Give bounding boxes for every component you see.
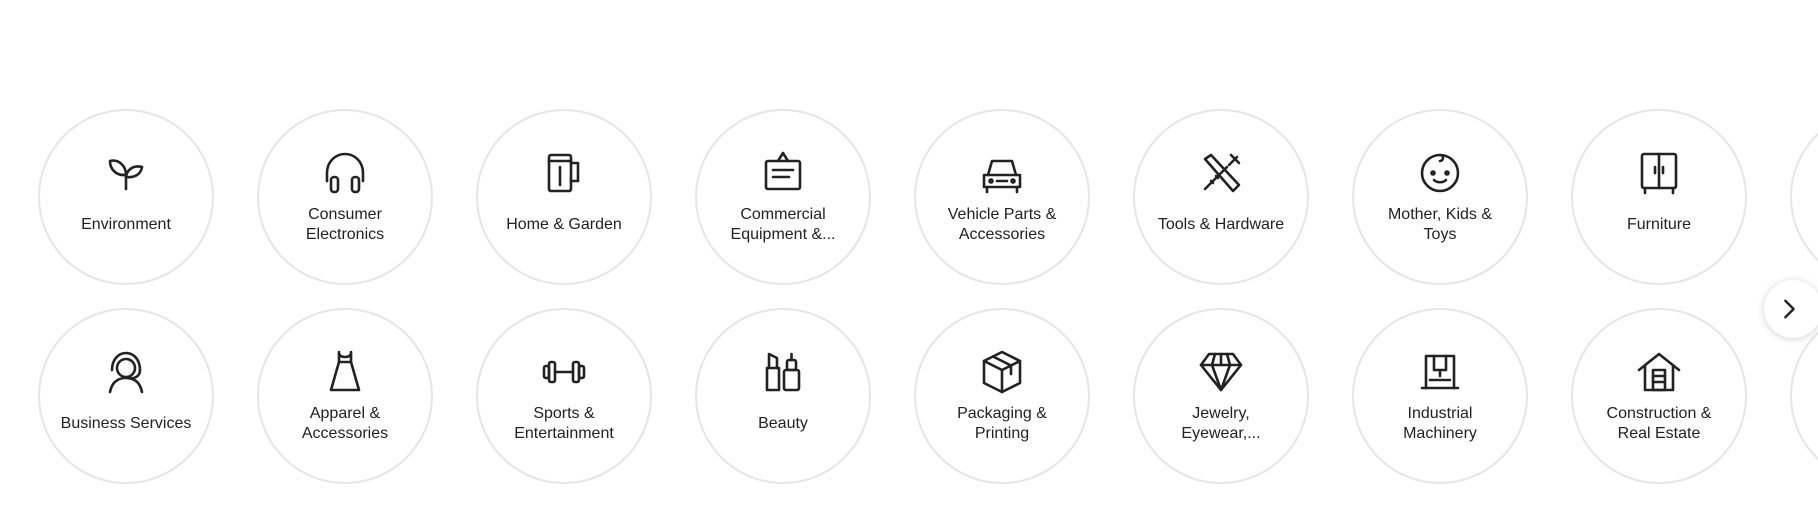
category-tools-hardware[interactable]: Tools & Hardware	[1133, 109, 1309, 285]
category-label: Apparel & Accessories	[301, 405, 389, 442]
cosmetics-icon	[759, 348, 807, 396]
car-icon	[978, 149, 1026, 197]
category-grid: Environment Consumer Electronics Home & …	[38, 109, 1818, 484]
category-industrial-machinery[interactable]: Industrial Machinery	[1352, 308, 1528, 484]
category-environment[interactable]: Environment	[38, 109, 214, 285]
headphones-icon	[321, 149, 369, 197]
category-label: Consumer Electronics	[305, 206, 385, 243]
category-partial-next[interactable]	[1790, 109, 1818, 285]
machine-icon	[1416, 348, 1464, 396]
dumbbell-icon	[540, 348, 588, 396]
category-home-garden[interactable]: Home & Garden	[476, 109, 652, 285]
house-icon	[1635, 348, 1683, 396]
category-label: Industrial Machinery	[1403, 405, 1477, 442]
baby-face-icon	[1416, 149, 1464, 197]
category-label: Beauty	[758, 415, 808, 432]
category-label: Home & Garden	[506, 216, 622, 233]
category-beauty[interactable]: Beauty	[695, 308, 871, 484]
category-commercial-equipment[interactable]: Commercial Equipment &...	[695, 109, 871, 285]
category-label: Packaging & Printing	[957, 405, 1047, 442]
category-label: Furniture	[1626, 216, 1692, 233]
category-label: Mother, Kids & Toys	[1387, 206, 1493, 243]
category-label: Business Services	[60, 415, 192, 432]
category-business-services[interactable]: Business Services	[38, 308, 214, 484]
category-consumer-electronics[interactable]: Consumer Electronics	[257, 109, 433, 285]
category-construction[interactable]: Construction & Real Estate	[1571, 308, 1747, 484]
carousel-next-button[interactable]	[1764, 280, 1818, 338]
category-label: Environment	[81, 216, 171, 233]
chevron-right-icon	[1784, 299, 1795, 319]
tools-icon	[1197, 149, 1245, 197]
diamond-icon	[1197, 348, 1245, 396]
wardrobe-icon	[1635, 149, 1683, 197]
category-label: Commercial Equipment &...	[730, 206, 836, 243]
category-packaging[interactable]: Packaging & Printing	[914, 308, 1090, 484]
clipboard-icon	[759, 149, 807, 197]
sprout-icon	[102, 149, 150, 197]
category-furniture[interactable]: Furniture	[1571, 109, 1747, 285]
headset-person-icon	[102, 348, 150, 396]
category-mother-kids-toys[interactable]: Mother, Kids & Toys	[1352, 109, 1528, 285]
category-label: Sports & Entertainment	[514, 405, 614, 442]
dress-icon	[321, 348, 369, 396]
category-label: Vehicle Parts & Accessories	[947, 206, 1057, 243]
category-label: Jewelry, Eyewear,...	[1181, 405, 1261, 442]
category-apparel[interactable]: Apparel & Accessories	[257, 308, 433, 484]
mug-icon	[540, 149, 588, 197]
category-sports[interactable]: Sports & Entertainment	[476, 308, 652, 484]
category-label: Tools & Hardware	[1157, 216, 1285, 233]
category-carousel: Environment Consumer Electronics Home & …	[0, 0, 1818, 527]
box-icon	[978, 348, 1026, 396]
category-jewelry[interactable]: Jewelry, Eyewear,...	[1133, 308, 1309, 484]
category-vehicle-parts[interactable]: Vehicle Parts & Accessories	[914, 109, 1090, 285]
category-label: Construction & Real Estate	[1606, 405, 1712, 442]
